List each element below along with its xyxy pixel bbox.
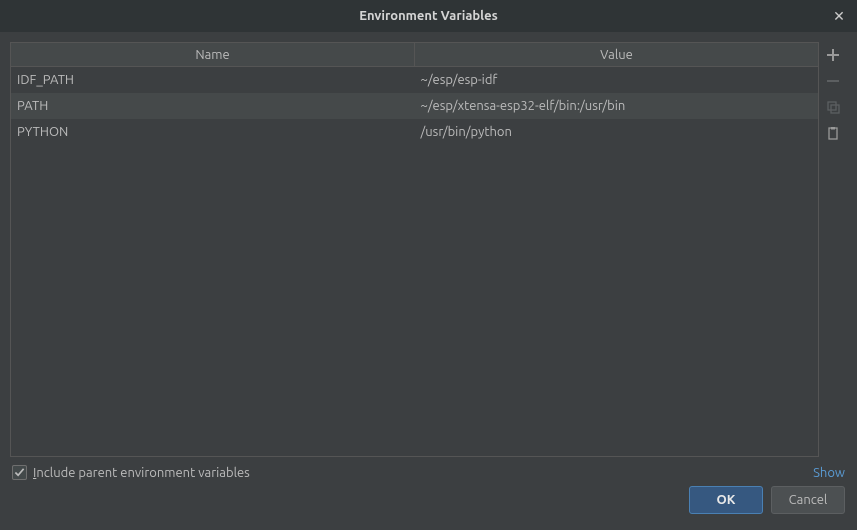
table-area: Name Value IDF_PATH ~/esp/esp-idf PATH ~… [10,42,847,457]
cell-value[interactable]: ~/esp/esp-idf [415,67,819,93]
env-table: Name Value IDF_PATH ~/esp/esp-idf PATH ~… [10,42,819,457]
cancel-button[interactable]: Cancel [771,486,845,514]
table-header: Name Value [11,43,818,67]
options-row: Include parent environment variables Sho… [10,457,847,486]
table-row[interactable]: PATH ~/esp/xtensa-esp32-elf/bin:/usr/bin [11,93,818,119]
dialog-content: Name Value IDF_PATH ~/esp/esp-idf PATH ~… [0,32,857,530]
cell-value[interactable]: /usr/bin/python [415,119,819,145]
cell-name[interactable]: IDF_PATH [11,67,415,93]
remove-button[interactable] [821,68,845,94]
include-parent-checkbox[interactable]: Include parent environment variables [12,465,250,480]
copy-icon [826,100,840,114]
ok-button[interactable]: OK [689,486,763,514]
dialog-buttons: OK Cancel [10,486,847,520]
cell-name[interactable]: PYTHON [11,119,415,145]
copy-button[interactable] [821,94,845,120]
column-value-header[interactable]: Value [415,43,818,66]
checkbox-box [12,465,27,480]
table-row[interactable]: IDF_PATH ~/esp/esp-idf [11,67,818,93]
cell-value[interactable]: ~/esp/xtensa-esp32-elf/bin:/usr/bin [415,93,819,119]
clipboard-icon [826,126,840,140]
column-name-header[interactable]: Name [11,43,415,66]
side-toolbar [819,42,847,457]
titlebar: Environment Variables ✕ [0,0,857,32]
window-title: Environment Variables [359,9,497,23]
close-icon[interactable]: ✕ [831,8,847,24]
add-button[interactable] [821,42,845,68]
cell-name[interactable]: PATH [11,93,415,119]
minus-icon [826,74,840,88]
include-parent-label: Include parent environment variables [33,466,250,480]
table-body[interactable]: IDF_PATH ~/esp/esp-idf PATH ~/esp/xtensa… [11,67,818,456]
table-row[interactable]: PYTHON /usr/bin/python [11,119,818,145]
check-icon [14,467,25,478]
paste-button[interactable] [821,120,845,146]
plus-icon [826,48,840,62]
show-link[interactable]: Show [813,466,845,480]
